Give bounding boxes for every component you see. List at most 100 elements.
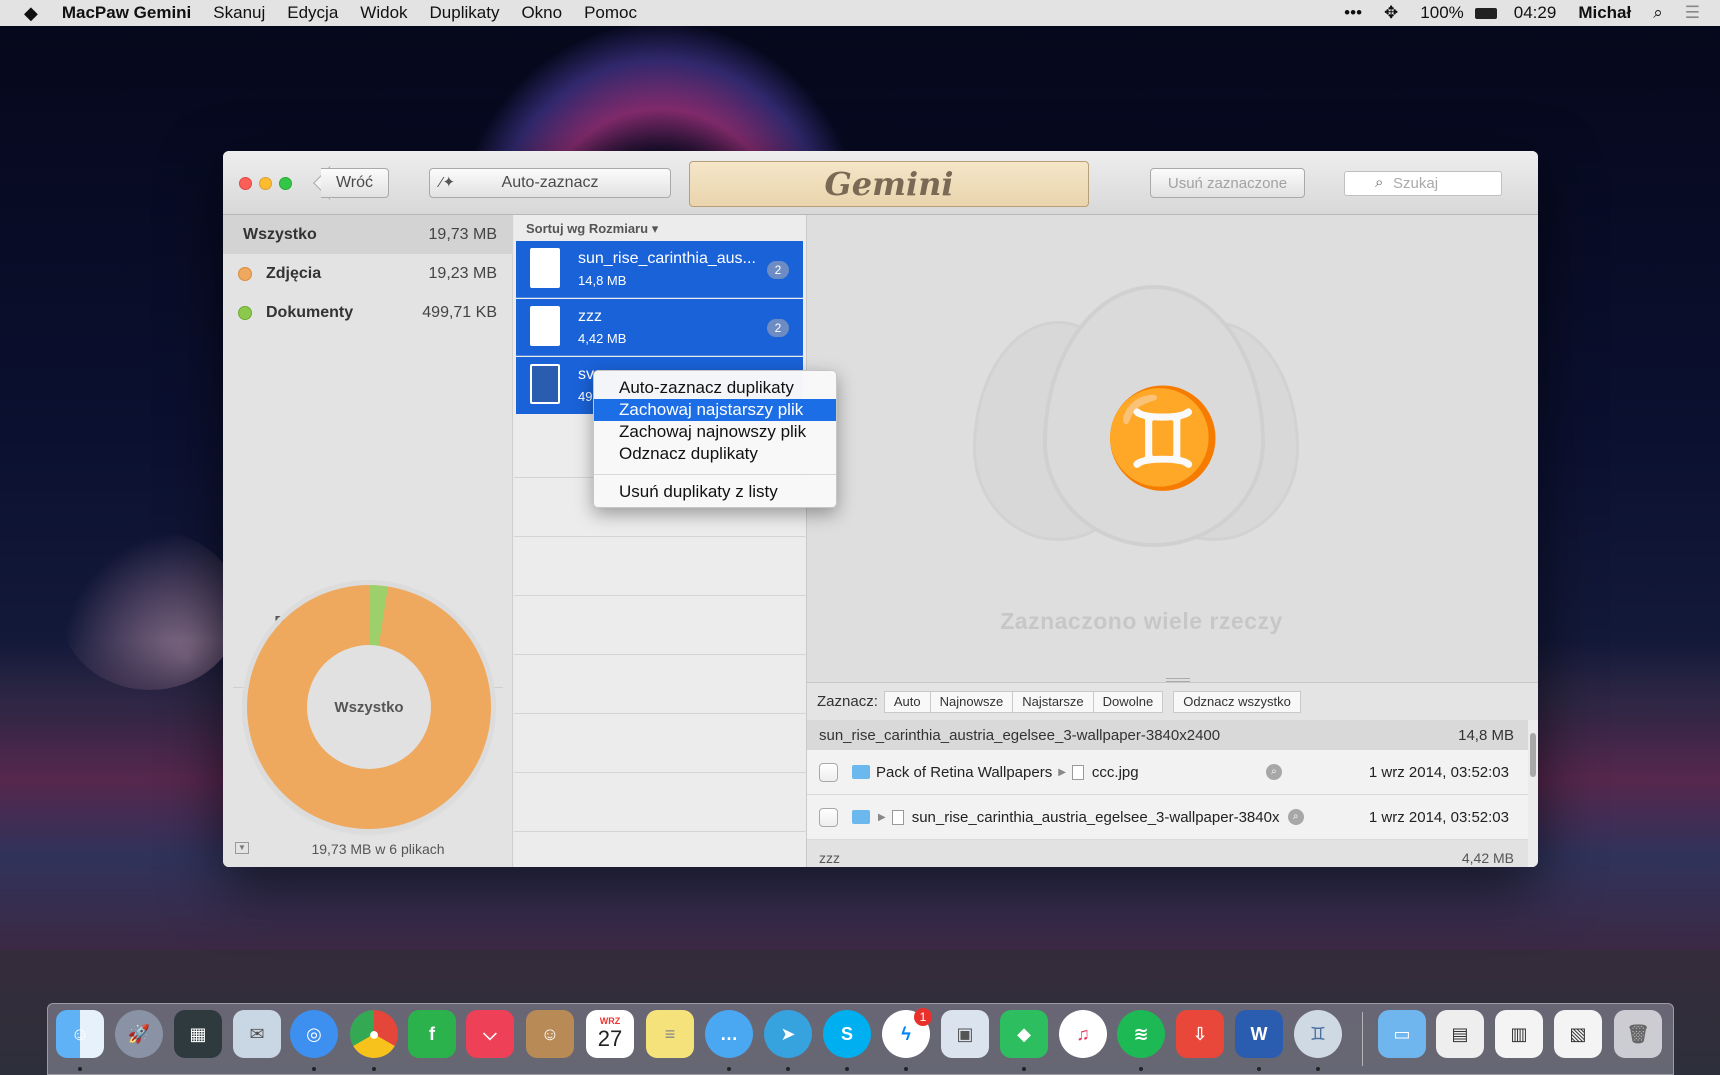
- applications-folder-icon[interactable]: ▭: [1378, 1010, 1426, 1058]
- search-field[interactable]: ⌕ Szukaj: [1344, 171, 1502, 196]
- menu-item-keep-oldest[interactable]: Zachowaj najstarszy plik: [594, 399, 836, 421]
- unselect-all-button[interactable]: Odznacz wszystko: [1173, 690, 1301, 713]
- menu-edit[interactable]: Edycja: [276, 3, 349, 23]
- menu-item-auto-select-duplicates[interactable]: Auto-zaznacz duplikaty: [594, 377, 836, 399]
- messages-icon[interactable]: …: [705, 1010, 753, 1058]
- safari-icon[interactable]: ◎: [290, 1010, 338, 1058]
- telegram-icon[interactable]: ➤: [764, 1010, 812, 1058]
- menu-help[interactable]: Pomoc: [573, 3, 648, 23]
- itunes-icon[interactable]: ♫: [1059, 1010, 1107, 1058]
- file-list-item[interactable]: zzz 4,42 MB 2: [516, 299, 803, 356]
- group-size: 4,42 MB: [1461, 850, 1514, 866]
- menu-window[interactable]: Okno: [510, 3, 573, 23]
- desktop-stack-icon[interactable]: ▧: [1554, 1010, 1602, 1058]
- battery-icon[interactable]: [1474, 7, 1497, 19]
- launchpad-icon[interactable]: 🚀: [115, 1010, 163, 1058]
- finder-icon[interactable]: ☺: [56, 1010, 104, 1058]
- close-window-button[interactable]: [239, 177, 252, 190]
- auto-select-button[interactable]: ⁄✦ Auto-zaznacz: [429, 168, 671, 198]
- mission-control-icon[interactable]: ▦: [174, 1010, 222, 1058]
- clock[interactable]: 04:29: [1503, 3, 1568, 23]
- select-any-button[interactable]: Dowolne: [1093, 690, 1164, 713]
- duplicate-checkbox[interactable]: [819, 762, 838, 782]
- menu-item-keep-newest[interactable]: Zachowaj najnowszy plik: [594, 421, 836, 443]
- duplicate-count-badge: 2: [767, 261, 789, 279]
- sidebar-item-documents[interactable]: Dokumenty 499,71 KB: [223, 293, 513, 332]
- select-oldest-button[interactable]: Najstarsze: [1013, 690, 1094, 713]
- path-file[interactable]: sun_rise_carinthia_austria_egelsee_3-wal…: [912, 809, 1288, 826]
- chrome-icon[interactable]: ●: [350, 1010, 398, 1058]
- word-icon[interactable]: W: [1235, 1010, 1283, 1058]
- sidebar-item-size: 19,73 MB: [428, 225, 497, 243]
- menu-scan[interactable]: Skanuj: [202, 3, 276, 23]
- duplicate-checkbox[interactable]: [819, 807, 838, 827]
- skype-icon[interactable]: S: [823, 1010, 871, 1058]
- gemini-window: Wróć ⁄✦ Auto-zaznacz Gemini Usuń zaznacz…: [223, 151, 1538, 867]
- auto-select-label: Auto-zaznacz: [501, 174, 599, 191]
- select-auto-button[interactable]: Auto: [883, 690, 931, 713]
- spotlight-search-icon[interactable]: ⌕: [1642, 3, 1674, 23]
- photos-color-dot: [238, 266, 252, 281]
- sidebar-item-label: Zdjęcia: [266, 264, 322, 282]
- menu-item-unselect-duplicates[interactable]: Odznacz duplikaty: [594, 443, 836, 465]
- donut-center-label[interactable]: Wszystko: [307, 645, 431, 769]
- minimize-window-button[interactable]: [259, 177, 272, 190]
- spotify-icon[interactable]: ≋: [1117, 1010, 1165, 1058]
- contacts-icon[interactable]: ☺: [526, 1010, 574, 1058]
- duplicate-row[interactable]: ▶ sun_rise_carinthia_austria_egelsee_3-w…: [807, 795, 1528, 840]
- feedly-icon[interactable]: f: [408, 1010, 456, 1058]
- row-divider: [514, 713, 807, 714]
- select-newest-button[interactable]: Najnowsze: [930, 690, 1014, 713]
- sidebar-item-label: Dokumenty: [266, 303, 354, 321]
- pocket-icon[interactable]: ⌵: [466, 1010, 514, 1058]
- sidebar-item-label: Wszystko: [243, 225, 317, 243]
- sidebar-item-all[interactable]: Wszystko 19,73 MB: [223, 215, 513, 254]
- file-size: 4,42 MB: [578, 331, 627, 346]
- preview-magnifier-icon[interactable]: ⌕: [1265, 764, 1282, 780]
- running-indicator: [312, 1067, 316, 1071]
- running-indicator: [372, 1067, 376, 1071]
- dropbox-icon[interactable]: ✥: [1373, 3, 1409, 23]
- apple-menu-icon[interactable]: ◆: [0, 3, 58, 24]
- menu-view[interactable]: Widok: [349, 3, 418, 23]
- menu-duplicates[interactable]: Duplikaty: [419, 3, 511, 23]
- path-file[interactable]: ccc.jpg: [1092, 764, 1266, 781]
- running-indicator: [78, 1067, 82, 1071]
- documents-stack-icon[interactable]: ▥: [1495, 1010, 1543, 1058]
- transmit-icon[interactable]: ⇩: [1176, 1010, 1224, 1058]
- file-icon: [891, 809, 904, 825]
- duplicate-group-header[interactable]: sun_rise_carinthia_austria_egelsee_3-wal…: [807, 720, 1528, 750]
- menu-bar: ◆ MacPaw Gemini Skanuj Edycja Widok Dupl…: [0, 0, 1720, 26]
- file-name: zzz: [578, 308, 602, 325]
- evernote-icon[interactable]: ◆: [1000, 1010, 1048, 1058]
- gemini-app-icon[interactable]: ♊: [1294, 1010, 1342, 1058]
- user-name[interactable]: Michał: [1567, 3, 1642, 23]
- file-date: 1 wrz 2014, 03:52:03: [1368, 763, 1509, 781]
- menu-item-remove-from-list[interactable]: Usuń duplikaty z listy: [594, 481, 836, 503]
- back-button[interactable]: Wróć: [321, 168, 389, 198]
- file-list-item[interactable]: sun_rise_carinthia_aus... 14,8 MB 2: [516, 241, 803, 298]
- sidebar-item-photos[interactable]: Zdjęcia 19,23 MB: [223, 254, 513, 293]
- sidebar-item-size: 499,71 KB: [422, 303, 497, 321]
- more-icon[interactable]: •••: [1333, 3, 1373, 23]
- preview-magnifier-icon[interactable]: ⌕: [1287, 809, 1304, 825]
- folder-icon: [852, 765, 870, 779]
- delete-selected-button[interactable]: Usuń zaznaczone: [1150, 168, 1305, 198]
- mail-icon[interactable]: ✉: [233, 1010, 281, 1058]
- path-folder[interactable]: Pack of Retina Wallpapers: [876, 764, 1052, 781]
- next-group-header[interactable]: zzz 4,42 MB: [807, 840, 1528, 867]
- detail-scroll-thumb[interactable]: [1530, 733, 1536, 777]
- downloads-stack-icon[interactable]: ▤: [1436, 1010, 1484, 1058]
- duplicate-row[interactable]: Pack of Retina Wallpapers ▶ ccc.jpg ⌕ 1 …: [807, 750, 1528, 795]
- group-size: 14,8 MB: [1458, 726, 1514, 744]
- battery-percent[interactable]: 100%: [1409, 3, 1474, 23]
- calendar-icon[interactable]: WRZ 27: [586, 1010, 634, 1058]
- preview-icon[interactable]: ▣: [941, 1010, 989, 1058]
- trash-icon[interactable]: 🗑: [1614, 1010, 1662, 1058]
- zoom-window-button[interactable]: [279, 177, 292, 190]
- multiple-selection-message: Zaznaczono wiele rzeczy: [1000, 608, 1283, 634]
- notes-icon[interactable]: ≡: [646, 1010, 694, 1058]
- sort-by-size-menu[interactable]: Sortuj wg Rozmiaru ▾: [514, 215, 807, 241]
- notification-center-icon[interactable]: ☰: [1674, 3, 1720, 23]
- menu-app-name[interactable]: MacPaw Gemini: [58, 3, 202, 23]
